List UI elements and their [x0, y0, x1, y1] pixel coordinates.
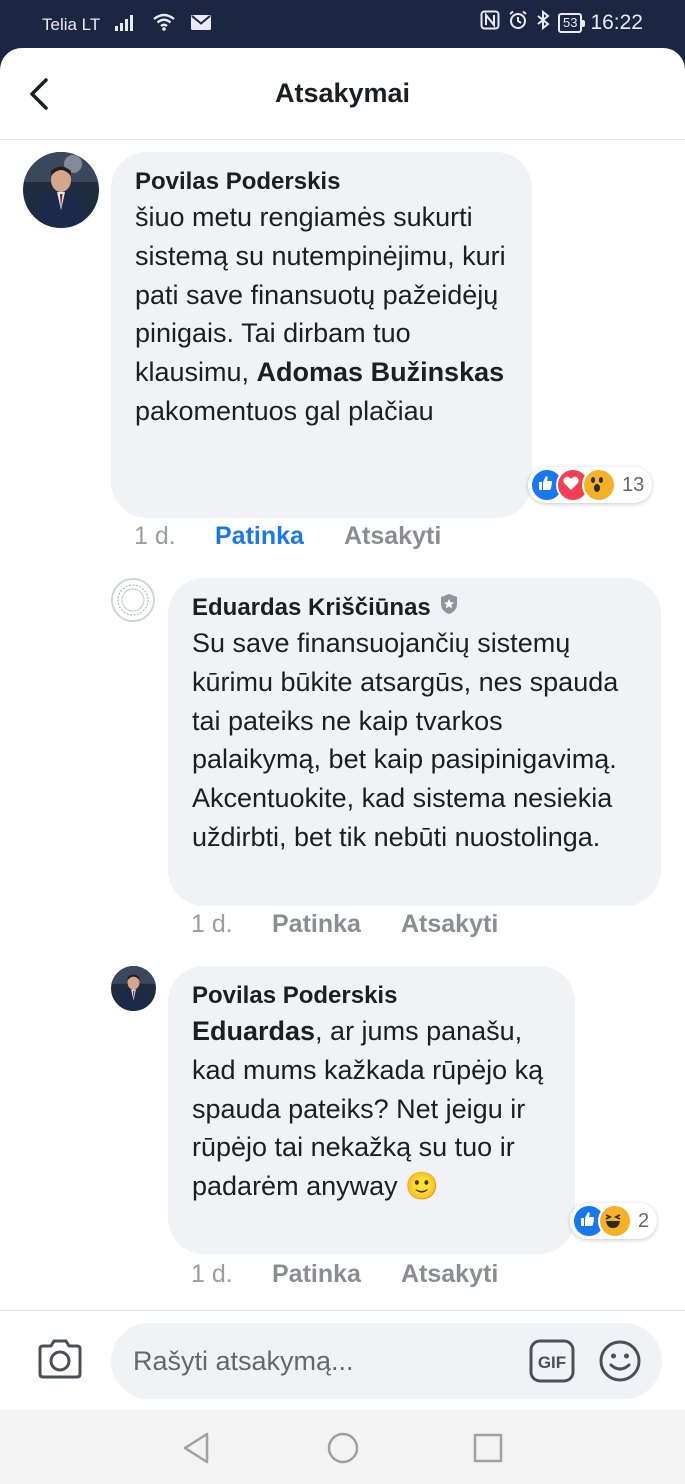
avatar-povilas[interactable]: [23, 152, 99, 228]
signal-icon: [114, 13, 138, 36]
circle-home-icon: [327, 1432, 359, 1464]
mention-link[interactable]: Adomas Bužinskas: [257, 357, 505, 387]
alarm-icon: [508, 10, 528, 36]
clock: 16:22: [590, 11, 643, 34]
comment-actions: 1 d. Patinka Atsakyti: [134, 522, 441, 551]
page-title: Atsakymai: [274, 78, 411, 108]
comment-time: 1 d.: [134, 522, 176, 550]
reactions-summary[interactable]: 13: [528, 467, 653, 503]
comment-text: Eduardas, ar jums panašu, kad mums kažka…: [192, 1016, 544, 1202]
battery-icon: 53: [557, 13, 586, 33]
haha-reaction-icon: [598, 1204, 632, 1238]
mail-icon: [190, 14, 212, 36]
reaction-count: 2: [638, 1209, 650, 1232]
wifi-icon: [152, 13, 176, 36]
comment-time: 1 d.: [191, 910, 233, 938]
nfc-icon: [480, 10, 500, 36]
bluetooth-icon: [536, 9, 550, 36]
mention-link[interactable]: Eduardas: [192, 1016, 315, 1046]
header: Atsakymai: [0, 48, 685, 140]
wow-reaction-icon: [582, 468, 616, 502]
reply-button[interactable]: Atsakyti: [344, 522, 441, 551]
comment-time: 1 d.: [191, 1260, 233, 1288]
camera-icon: [38, 1339, 82, 1379]
reactions-summary[interactable]: 2: [570, 1203, 658, 1239]
shield-badge-icon: [439, 592, 459, 624]
comment-text: Su save finansuojančių sistemų kūrimu bū…: [192, 628, 619, 852]
carrier-label: Telia LT: [42, 14, 101, 34]
smiley-icon: [599, 1340, 641, 1382]
like-button[interactable]: Patinka: [272, 1260, 401, 1289]
comment-author[interactable]: Eduardas Kriščiūnas: [192, 592, 637, 624]
emoji-button[interactable]: [598, 1339, 642, 1383]
comment-author[interactable]: Povilas Poderskis: [192, 980, 551, 1012]
reply-input[interactable]: [111, 1323, 662, 1399]
like-button[interactable]: Patinka: [272, 910, 401, 939]
like-button[interactable]: Patinka: [215, 522, 344, 551]
comment-author[interactable]: Povilas Poderskis: [135, 166, 508, 198]
replies-screen: Atsakymai Povilas Poderskis šiuo metu re…: [0, 48, 685, 1410]
status-bar: Telia LT 53 16:22: [0, 0, 685, 48]
reaction-count: 13: [622, 473, 645, 496]
avatar-povilas[interactable]: [111, 966, 156, 1011]
comment-bubble: Povilas Poderskis šiuo metu rengiamės su…: [111, 152, 532, 518]
nav-back-button[interactable]: [177, 1428, 217, 1468]
reply-button[interactable]: Atsakyti: [401, 1260, 498, 1289]
triangle-back-icon: [183, 1432, 209, 1464]
svg-text:GIF: GIF: [538, 1353, 566, 1372]
gif-button[interactable]: GIF: [529, 1339, 575, 1383]
square-recents-icon: [473, 1433, 503, 1463]
comment-actions: 1 d. Patinka Atsakyti: [191, 910, 498, 939]
avatar-eduardas[interactable]: [111, 578, 155, 622]
camera-button[interactable]: [36, 1337, 84, 1381]
comment-actions: 1 d. Patinka Atsakyti: [191, 1260, 498, 1289]
nav-recents-button[interactable]: [468, 1428, 508, 1468]
reply-composer: GIF: [0, 1310, 685, 1410]
gif-icon: GIF: [529, 1339, 575, 1383]
comment-bubble: Povilas Poderskis Eduardas, ar jums pana…: [168, 966, 575, 1254]
comment-text: šiuo metu rengiamės sukurti sistemą su n…: [135, 202, 506, 426]
reply-button[interactable]: Atsakyti: [401, 910, 498, 939]
system-navigation-bar: [0, 1410, 685, 1484]
comment-bubble: Eduardas Kriščiūnas Su save finansuojanč…: [168, 578, 661, 906]
nav-home-button[interactable]: [323, 1428, 363, 1468]
smile-emoji: 🙂: [405, 1171, 439, 1202]
